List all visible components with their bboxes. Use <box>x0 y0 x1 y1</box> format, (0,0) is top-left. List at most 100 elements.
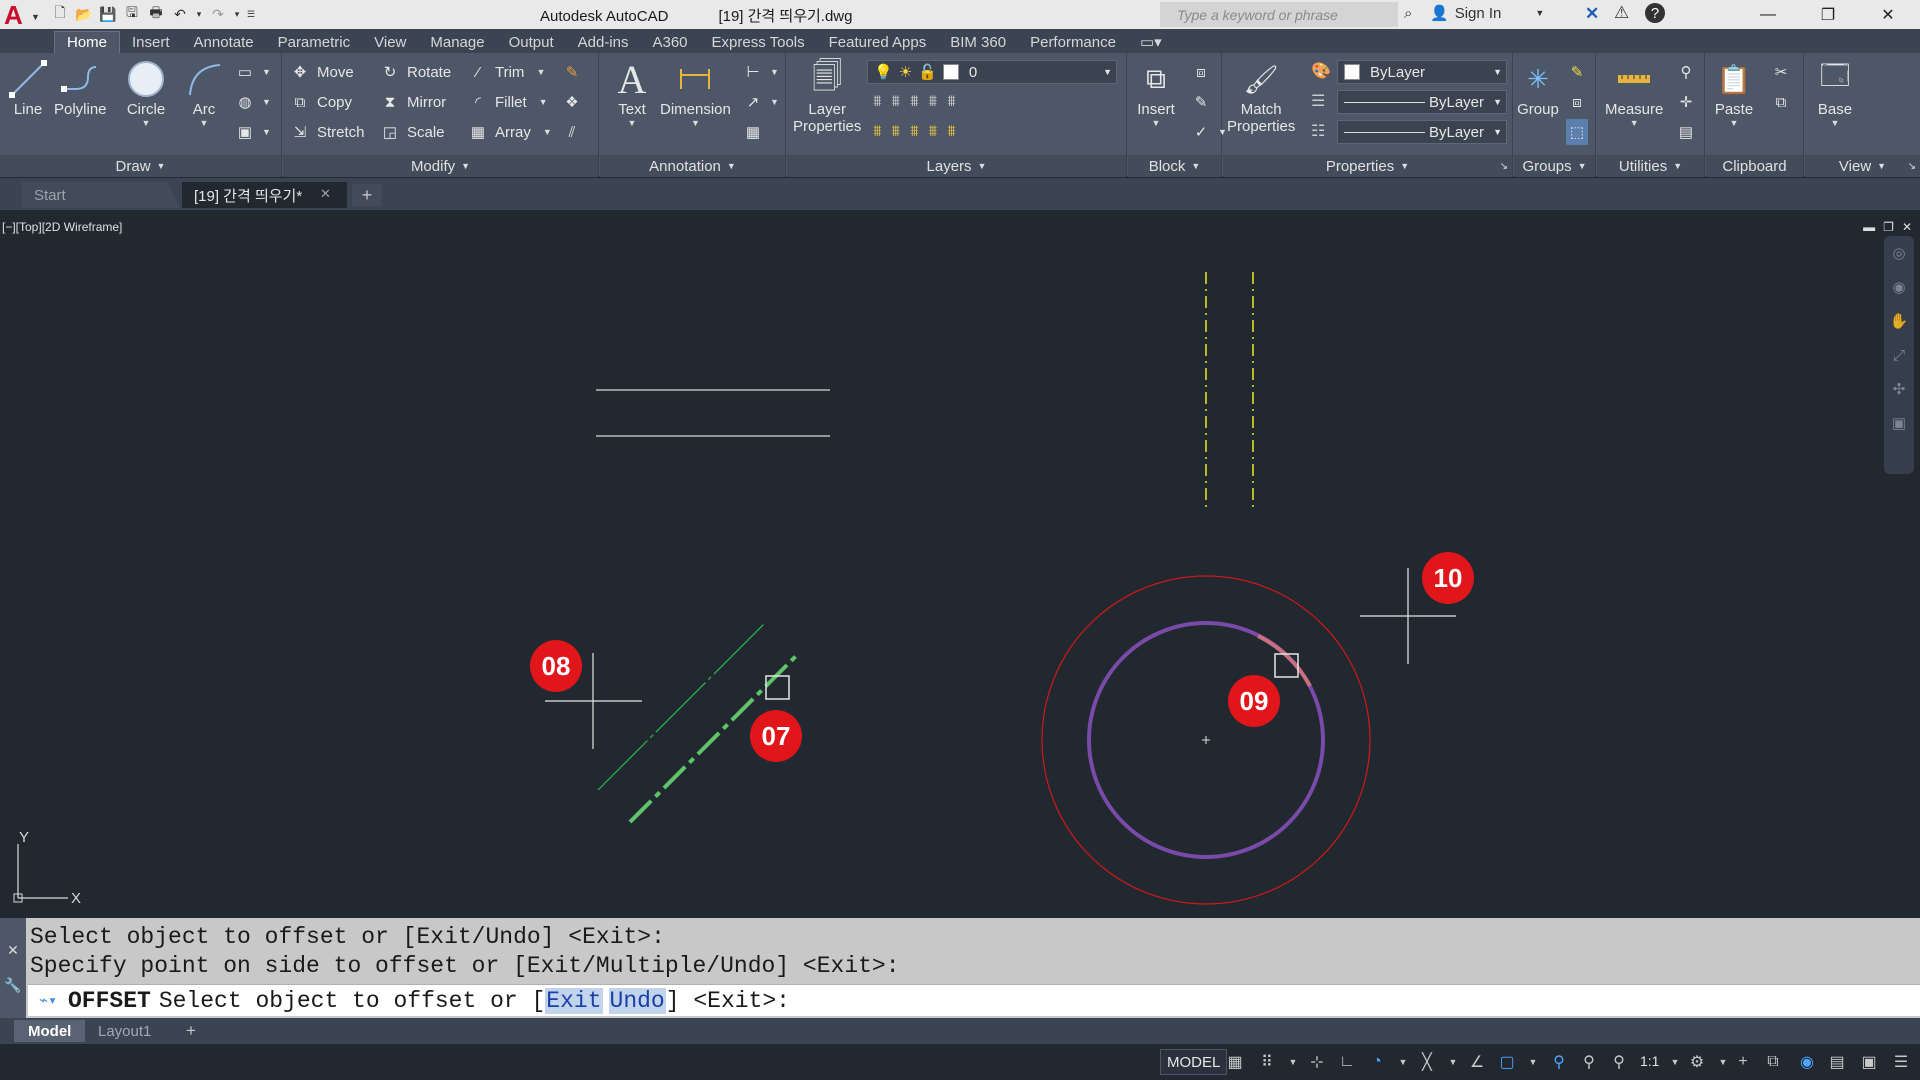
command-input[interactable]: ⌁▾ OFFSET Select object to offset or [ E… <box>28 984 1920 1016</box>
tab-add-ins[interactable]: Add-ins <box>566 31 641 53</box>
open-icon[interactable]: 📂 <box>72 3 96 25</box>
linetype-dropdown[interactable]: ByLayer ▼ <box>1337 120 1507 144</box>
layer-match-icon[interactable]: ⩩ <box>873 123 882 141</box>
snap-icon[interactable]: ⠿ <box>1254 1049 1280 1075</box>
group-edit-button[interactable]: ⧈ <box>1566 89 1588 115</box>
draw-panel-title[interactable]: Draw ▼ <box>0 155 281 177</box>
new-icon[interactable]: 🗋 <box>48 3 72 25</box>
annotation-scale-value[interactable]: 1:1 <box>1640 1053 1659 1069</box>
dimension-button[interactable]: Dimension ▼ <box>660 57 731 128</box>
rotate-button[interactable]: ↻ Rotate <box>379 59 452 85</box>
close-button[interactable]: ✕ <box>1864 0 1912 29</box>
line-button[interactable]: Line <box>6 57 50 118</box>
undo-dropdown-icon[interactable]: ▾ <box>192 3 206 25</box>
layer-dropdown[interactable]: 💡 ☀ 🔓 0 ▼ <box>867 60 1117 84</box>
sign-in-button[interactable]: 👤 Sign In ▼ <box>1430 4 1544 23</box>
edit-attributes-button[interactable]: ✓ ▼ <box>1190 119 1227 145</box>
polar-dropdown-icon[interactable]: ▼ <box>1390 1049 1416 1075</box>
annotation-visibility-icon[interactable]: ⚲ <box>1546 1049 1572 1075</box>
linear-dimension-button[interactable]: ⊢ ▼ <box>742 59 778 85</box>
measure-button[interactable]: Measure ▼ <box>1605 57 1663 128</box>
dialog-launcher-icon[interactable]: ↘ <box>1500 161 1508 172</box>
layer-isolate-icon[interactable]: ⩩ <box>892 93 901 111</box>
insert-button[interactable]: ⧉ Insert ▼ <box>1134 57 1178 129</box>
customize-qat-icon[interactable]: ☰ <box>244 3 258 25</box>
modify-panel-title[interactable]: Modify ▼ <box>283 155 598 177</box>
option-exit[interactable]: Exit <box>545 987 603 1014</box>
boundary-button[interactable]: ▣ ▼ <box>234 119 271 145</box>
workspace-gear-icon[interactable]: ⚙ <box>1684 1049 1710 1075</box>
save-as-icon[interactable]: 🖫 <box>120 3 144 25</box>
isodraft-icon[interactable]: ╳ <box>1414 1049 1440 1075</box>
tab-performance[interactable]: Performance <box>1018 31 1128 53</box>
ortho-icon[interactable]: ∟ <box>1334 1049 1360 1075</box>
groups-panel-title[interactable]: Groups ▼ <box>1514 155 1595 177</box>
polyline-button[interactable]: Polyline <box>54 57 107 118</box>
copy-clip-button[interactable]: ⧉ <box>1770 89 1792 115</box>
mirror-button[interactable]: ⧗ Mirror <box>379 89 446 115</box>
annotation-panel-title[interactable]: Annotation ▼ <box>600 155 785 177</box>
leader-button[interactable]: ↗ ▼ <box>742 89 779 115</box>
arc-button[interactable]: Arc ▼ <box>182 57 226 128</box>
redo-icon[interactable]: ↷ <box>206 3 230 25</box>
undo-icon[interactable]: ↶ <box>168 3 192 25</box>
text-button[interactable]: A Text ▼ <box>610 57 654 129</box>
trim-button[interactable]: ⁄ Trim ▼ <box>467 59 546 85</box>
layer-properties-button[interactable]: 🗐 Layer Properties <box>793 57 861 136</box>
clipboard-panel-title[interactable]: Clipboard <box>1706 155 1803 177</box>
layer-unisolate-icon[interactable]: ⩩ <box>910 123 919 141</box>
autodesk-a360-icon[interactable]: ⚠ <box>1614 3 1629 23</box>
paste-button[interactable]: 📋 Paste ▼ <box>1712 57 1756 129</box>
tab-output[interactable]: Output <box>497 31 566 53</box>
id-point-button[interactable]: ✛ <box>1675 89 1697 115</box>
layer-thaw-icon[interactable]: ⩩ <box>929 123 938 141</box>
restore-button[interactable]: ❐ <box>1804 0 1852 29</box>
tab-annotate[interactable]: Annotate <box>182 31 266 53</box>
add-layout-button[interactable]: + <box>178 1020 204 1042</box>
move-button[interactable]: ✥ Move <box>289 59 354 85</box>
circle-button[interactable]: Circle ▼ <box>124 57 168 128</box>
layer-freeze-icon[interactable]: ⩩ <box>910 93 919 111</box>
cut-button[interactable]: ✂ <box>1770 59 1792 85</box>
isolate-objects-icon[interactable]: ◉ <box>1794 1049 1820 1075</box>
layout1-tab[interactable]: Layout1 <box>84 1020 165 1042</box>
binoculars-icon[interactable]: ⌕ <box>1404 5 1412 22</box>
ungroup-button[interactable]: ✎ <box>1566 59 1588 85</box>
layer-previous-icon[interactable]: ⩩ <box>892 123 901 141</box>
layer-unlock-icon[interactable]: ⩩ <box>947 123 956 141</box>
minimize-button[interactable]: — <box>1744 0 1792 29</box>
object-snap-tracking-icon[interactable]: ∠ <box>1464 1049 1490 1075</box>
start-tab[interactable]: Start <box>22 182 180 208</box>
rectangle-button[interactable]: ▭ ▼ <box>234 59 271 85</box>
tab-a360[interactable]: A360 <box>640 31 699 53</box>
dynamic-input-icon[interactable]: ⊹ <box>1304 1049 1330 1075</box>
polar-tracking-icon[interactable]: ◔ <box>1364 1049 1390 1075</box>
view-panel-title[interactable]: View ▼ ↘ <box>1805 155 1920 177</box>
copy-button[interactable]: ⧉ Copy <box>289 89 352 115</box>
fillet-button[interactable]: ◜ Fillet ▼ <box>467 89 548 115</box>
plot-icon[interactable]: 🖶 <box>144 3 168 25</box>
erase-button[interactable]: ✎ <box>561 59 583 85</box>
dialog-launcher-icon[interactable]: ↘ <box>1908 161 1916 172</box>
layer-off-icon[interactable]: ⩩ <box>873 93 882 111</box>
calculator-button[interactable]: ▤ <box>1675 119 1697 145</box>
offset-button[interactable]: ⫽ <box>561 119 583 145</box>
explode-button[interactable]: ❖ <box>561 89 583 115</box>
annotation-monitor-icon[interactable]: + <box>1730 1049 1756 1075</box>
group-select-button[interactable]: ⬚ <box>1566 119 1588 145</box>
tab-insert[interactable]: Insert <box>120 31 182 53</box>
utilities-panel-title[interactable]: Utilities ▼ <box>1597 155 1704 177</box>
hardware-acceleration-icon[interactable]: ▤ <box>1824 1049 1850 1075</box>
tab-parametric[interactable]: Parametric <box>266 31 363 53</box>
redo-dropdown-icon[interactable]: ▾ <box>230 3 244 25</box>
isodraft-dropdown-icon[interactable]: ▼ <box>1440 1049 1466 1075</box>
base-button[interactable]: 🗔 Base ▼ <box>1813 57 1857 128</box>
green-offset-line[interactable] <box>597 623 765 791</box>
array-button[interactable]: ▦ Array ▼ <box>467 119 552 145</box>
tab-view[interactable]: View <box>362 31 418 53</box>
grid-icon[interactable]: ▦ <box>1222 1049 1248 1075</box>
lineweight-dropdown[interactable]: ByLayer ▼ <box>1337 90 1507 114</box>
close-tab-icon[interactable]: ✕ <box>320 186 331 202</box>
quick-select-button[interactable]: ⚲ <box>1675 59 1697 85</box>
auto-scale-icon[interactable]: ⚲ <box>1576 1049 1602 1075</box>
